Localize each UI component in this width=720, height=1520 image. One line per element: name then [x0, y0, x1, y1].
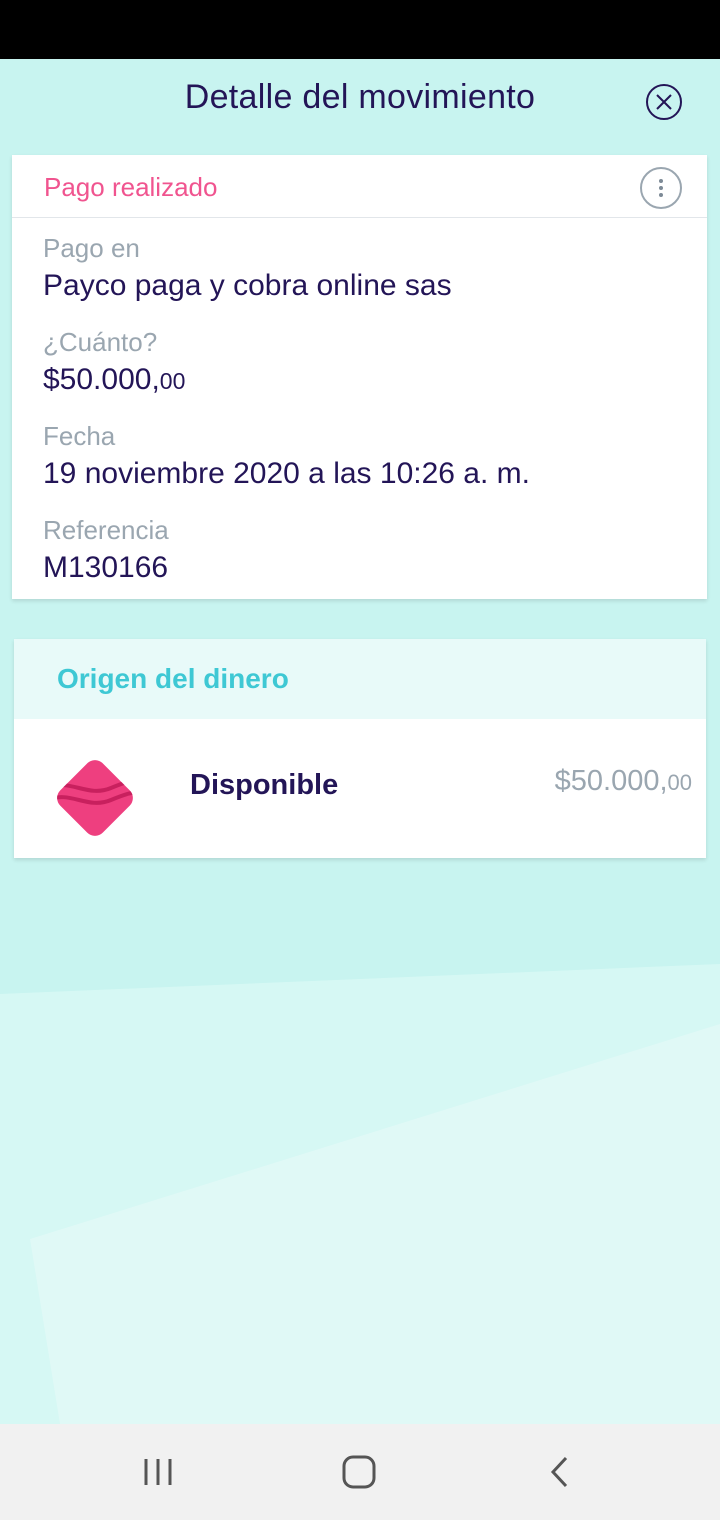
- more-dot-icon: [659, 179, 663, 183]
- back-button[interactable]: [500, 1424, 620, 1520]
- movement-card-header: Pago realizado: [12, 155, 707, 218]
- date-label: Fecha: [43, 421, 116, 451]
- money-origin-card: Origen del dinero Disponible $50.000,00: [14, 639, 706, 858]
- amount-cents: 00: [159, 368, 186, 394]
- recent-apps-button[interactable]: [98, 1424, 218, 1520]
- close-button[interactable]: [646, 84, 682, 120]
- home-button[interactable]: [299, 1424, 419, 1520]
- date-value: 19 noviembre 2020 a las 10:26 a. m.: [43, 457, 530, 490]
- page-title: Detalle del movimiento: [184, 78, 536, 116]
- more-options-button[interactable]: [640, 167, 682, 209]
- movement-card: Pago realizado Pago en Payco paga y cobr…: [12, 155, 707, 599]
- pocket-diamond-icon: [52, 760, 138, 836]
- system-nav-bar: [0, 1424, 720, 1520]
- more-dot-icon: [659, 193, 663, 197]
- recent-apps-icon: [144, 1459, 172, 1485]
- source-amount: $50.000,00: [555, 765, 692, 798]
- merchant-label: Pago en: [43, 233, 140, 263]
- merchant-value: Payco paga y cobra online sas: [43, 269, 452, 302]
- source-amount-main: $50.000,: [554, 765, 668, 797]
- close-icon: [656, 94, 672, 110]
- source-amount-cents: 00: [667, 770, 692, 795]
- more-dot-icon: [659, 186, 663, 190]
- source-name: Disponible: [190, 769, 339, 801]
- amount-main: $50.000,: [43, 363, 160, 396]
- amount-label: ¿Cuánto?: [43, 327, 158, 357]
- money-origin-title: Origen del dinero: [57, 663, 289, 694]
- status-bar: [0, 0, 720, 59]
- home-icon: [342, 1455, 376, 1489]
- amount-value: $50.000,00: [43, 363, 185, 397]
- reference-value: M130166: [43, 551, 169, 584]
- money-origin-header: Origen del dinero: [14, 639, 706, 719]
- movement-status: Pago realizado: [44, 172, 218, 202]
- reference-label: Referencia: [43, 515, 169, 545]
- back-icon: [550, 1456, 568, 1488]
